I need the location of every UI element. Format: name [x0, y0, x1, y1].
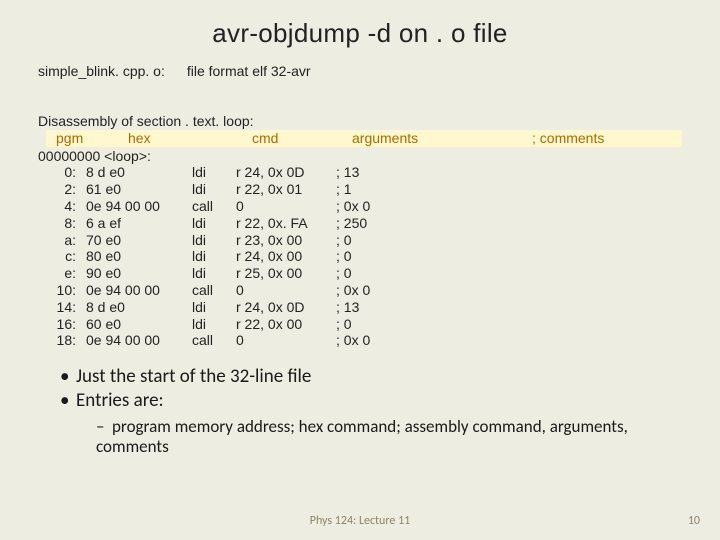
- cell-arg: r 22, 0x 01: [232, 181, 334, 198]
- cell-addr: 4:: [38, 198, 80, 215]
- bullet-1-text: Just the start of the 32-line file: [76, 365, 311, 388]
- cell-arg: 0: [232, 332, 334, 349]
- disasm-row: c:80 e0ldir 24, 0x 00; 0: [38, 248, 682, 265]
- cell-hex: 80 e0: [80, 248, 188, 265]
- cell-com: ; 13: [334, 164, 682, 181]
- cell-cmd: ldi: [188, 248, 232, 265]
- cell-hex: 0e 94 00 00: [80, 282, 188, 299]
- file-name: simple_blink. cpp. o:: [38, 63, 165, 79]
- cell-cmd: call: [188, 332, 232, 349]
- disasm-row: 2:61 e0ldir 22, 0x 01; 1: [38, 181, 682, 198]
- file-info: simple_blink. cpp. o: file format elf 32-…: [38, 63, 682, 79]
- cell-hex: 8 d e0: [80, 299, 188, 316]
- cell-cmd: ldi: [188, 164, 232, 181]
- disasm-row: 0:8 d e0ldir 24, 0x 0D; 13: [38, 164, 682, 181]
- cell-cmd: ldi: [188, 215, 232, 232]
- cell-cmd: ldi: [188, 265, 232, 282]
- cell-com: ; 1: [334, 181, 682, 198]
- cell-addr: 18:: [38, 332, 80, 349]
- cell-hex: 0e 94 00 00: [80, 198, 188, 215]
- cell-com: ; 0: [334, 232, 682, 249]
- col-comments: ; comments: [492, 130, 680, 147]
- subbullet-1: –program memory address; hex command; as…: [38, 417, 682, 458]
- cell-com: ; 0: [334, 316, 682, 333]
- disasm-row: 4:0e 94 00 00call0; 0x 0: [38, 198, 682, 215]
- cell-hex: 60 e0: [80, 316, 188, 333]
- disassembly-block: Disassembly of section . text. loop: pgm…: [38, 113, 682, 349]
- cell-addr: 14:: [38, 299, 80, 316]
- loop-label: 00000000 <loop>:: [38, 148, 682, 165]
- cell-com: ; 0x 0: [334, 198, 682, 215]
- disasm-row: 10:0e 94 00 00call0; 0x 0: [38, 282, 682, 299]
- cell-arg: r 24, 0x 0D: [232, 299, 334, 316]
- cell-arg: 0: [232, 282, 334, 299]
- cell-cmd: ldi: [188, 181, 232, 198]
- cell-com: ; 0x 0: [334, 282, 682, 299]
- cell-arg: r 22, 0x 00: [232, 316, 334, 333]
- cell-cmd: ldi: [188, 299, 232, 316]
- cell-addr: 16:: [38, 316, 80, 333]
- cell-hex: 70 e0: [80, 232, 188, 249]
- col-arguments: arguments: [352, 130, 492, 147]
- cell-addr: 0:: [38, 164, 80, 181]
- footer-center: Phys 124: Lecture 11: [0, 514, 720, 528]
- disassembly-rows: 0:8 d e0ldir 24, 0x 0D; 132:61 e0ldir 22…: [38, 164, 682, 349]
- cell-arg: r 24, 0x 0D: [232, 164, 334, 181]
- cell-addr: 10:: [38, 282, 80, 299]
- cell-cmd: call: [188, 198, 232, 215]
- cell-arg: r 24, 0x 00: [232, 248, 334, 265]
- cell-com: ; 13: [334, 299, 682, 316]
- col-hex: hex: [128, 130, 252, 147]
- disasm-row: e:90 e0ldir 25, 0x 00; 0: [38, 265, 682, 282]
- col-cmd: cmd: [252, 130, 352, 147]
- cell-hex: 61 e0: [80, 181, 188, 198]
- cell-arg: r 25, 0x 00: [232, 265, 334, 282]
- cell-cmd: call: [188, 282, 232, 299]
- cell-arg: 0: [232, 198, 334, 215]
- cell-com: ; 250: [334, 215, 682, 232]
- cell-com: ; 0: [334, 265, 682, 282]
- cell-hex: 0e 94 00 00: [80, 332, 188, 349]
- cell-cmd: ldi: [188, 232, 232, 249]
- page-number: 10: [688, 514, 700, 528]
- bullet-2: •Entries are:: [38, 389, 682, 413]
- file-format: file format elf 32-avr: [187, 63, 311, 79]
- cell-cmd: ldi: [188, 316, 232, 333]
- cell-addr: e:: [38, 265, 80, 282]
- column-header-row: pgm hex cmd arguments ; comments: [46, 130, 682, 147]
- cell-addr: a:: [38, 232, 80, 249]
- cell-com: ; 0x 0: [334, 332, 682, 349]
- disasm-row: 8:6 a efldir 22, 0x. FA; 250: [38, 215, 682, 232]
- subbullet-1-text: program memory address; hex command; ass…: [96, 416, 628, 457]
- cell-addr: c:: [38, 248, 80, 265]
- cell-addr: 2:: [38, 181, 80, 198]
- cell-hex: 6 a ef: [80, 215, 188, 232]
- bullet-1: •Just the start of the 32-line file: [38, 365, 682, 389]
- col-pgm: pgm: [48, 130, 128, 147]
- slide-title: avr-objdump -d on . o file: [38, 18, 682, 49]
- cell-arg: r 23, 0x 00: [232, 232, 334, 249]
- disassembly-label: Disassembly of section . text. loop:: [38, 113, 682, 130]
- cell-addr: 8:: [38, 215, 80, 232]
- bullet-2-text: Entries are:: [76, 389, 164, 412]
- disasm-row: 18:0e 94 00 00call0; 0x 0: [38, 332, 682, 349]
- slide: avr-objdump -d on . o file simple_blink.…: [0, 0, 720, 457]
- disasm-row: 16:60 e0ldir 22, 0x 00; 0: [38, 316, 682, 333]
- bullet-list: •Just the start of the 32-line file •Ent…: [38, 365, 682, 457]
- disasm-row: a:70 e0ldir 23, 0x 00; 0: [38, 232, 682, 249]
- cell-hex: 90 e0: [80, 265, 188, 282]
- cell-hex: 8 d e0: [80, 164, 188, 181]
- cell-arg: r 22, 0x. FA: [232, 215, 334, 232]
- cell-com: ; 0: [334, 248, 682, 265]
- disasm-row: 14:8 d e0ldir 24, 0x 0D; 13: [38, 299, 682, 316]
